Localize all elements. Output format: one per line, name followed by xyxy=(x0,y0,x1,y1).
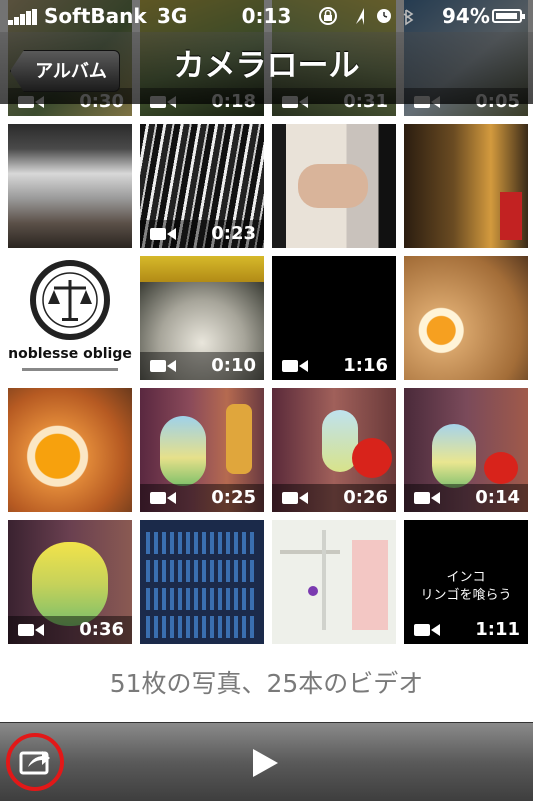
video-camera-icon xyxy=(150,228,176,240)
battery-percentage: 94% xyxy=(442,4,490,28)
battery-icon xyxy=(492,9,525,23)
bottom-toolbar xyxy=(0,722,533,801)
thumbnail-caption: リンゴを喰らう xyxy=(420,588,512,603)
photo-thumbnail[interactable] xyxy=(8,388,132,512)
photo-thumbnail[interactable] xyxy=(404,124,528,248)
navigation-bar: アルバム カメラロール xyxy=(0,32,533,104)
scales-emblem-icon xyxy=(30,260,110,340)
photo-thumbnail[interactable] xyxy=(8,124,132,248)
video-duration: 0:25 xyxy=(211,487,256,508)
video-camera-icon xyxy=(150,360,176,372)
thumbnail-caption: インコ xyxy=(446,570,486,585)
status-bar: SoftBank 3G 0:13 94% xyxy=(0,0,533,32)
share-icon xyxy=(19,751,50,775)
photo-thumbnail[interactable]: 0:14 xyxy=(404,388,528,512)
photo-thumbnail[interactable]: 0:25 xyxy=(140,388,264,512)
video-camera-icon xyxy=(414,492,440,504)
photo-thumbnail[interactable] xyxy=(272,124,396,248)
page-title: カメラロール xyxy=(173,48,360,84)
back-button[interactable]: アルバム xyxy=(10,50,120,92)
video-camera-icon xyxy=(18,624,44,636)
photo-thumbnail[interactable] xyxy=(404,256,528,380)
status-icons xyxy=(319,7,414,26)
photo-thumbnail[interactable]: インコ リンゴを喰らう 1:11 xyxy=(404,520,528,644)
share-button[interactable] xyxy=(6,733,64,791)
photo-thumbnail[interactable]: 0:36 xyxy=(8,520,132,644)
video-duration: 0:14 xyxy=(475,487,520,508)
location-arrow-icon xyxy=(356,8,364,25)
photo-thumbnail[interactable]: 0:26 xyxy=(272,388,396,512)
video-camera-icon xyxy=(282,492,308,504)
video-camera-icon xyxy=(282,360,308,372)
video-duration: 1:11 xyxy=(475,619,520,640)
thumbnail-caption: noblesse oblige xyxy=(8,346,132,362)
video-duration: 1:16 xyxy=(343,355,388,376)
video-duration: 0:36 xyxy=(79,619,124,640)
video-camera-icon xyxy=(150,492,176,504)
video-duration: 0:23 xyxy=(211,223,256,244)
photo-thumbnail[interactable] xyxy=(272,520,396,644)
play-icon[interactable] xyxy=(250,748,280,778)
orientation-lock-icon xyxy=(319,7,337,25)
photo-thumbnail[interactable]: 0:10 xyxy=(140,256,264,380)
library-summary: 51枚の写真、25本のビデオ xyxy=(109,669,424,698)
photo-thumbnail[interactable]: 0:23 xyxy=(140,124,264,248)
photo-thumbnail[interactable]: 1:16 xyxy=(272,256,396,380)
alarm-clock-icon xyxy=(377,9,391,23)
photo-thumbnail[interactable] xyxy=(140,520,264,644)
video-duration: 0:26 xyxy=(343,487,388,508)
video-duration: 0:10 xyxy=(211,355,256,376)
video-camera-icon xyxy=(414,624,440,636)
photo-thumbnail[interactable]: noblesse oblige xyxy=(8,256,132,380)
bluetooth-icon xyxy=(403,9,414,26)
